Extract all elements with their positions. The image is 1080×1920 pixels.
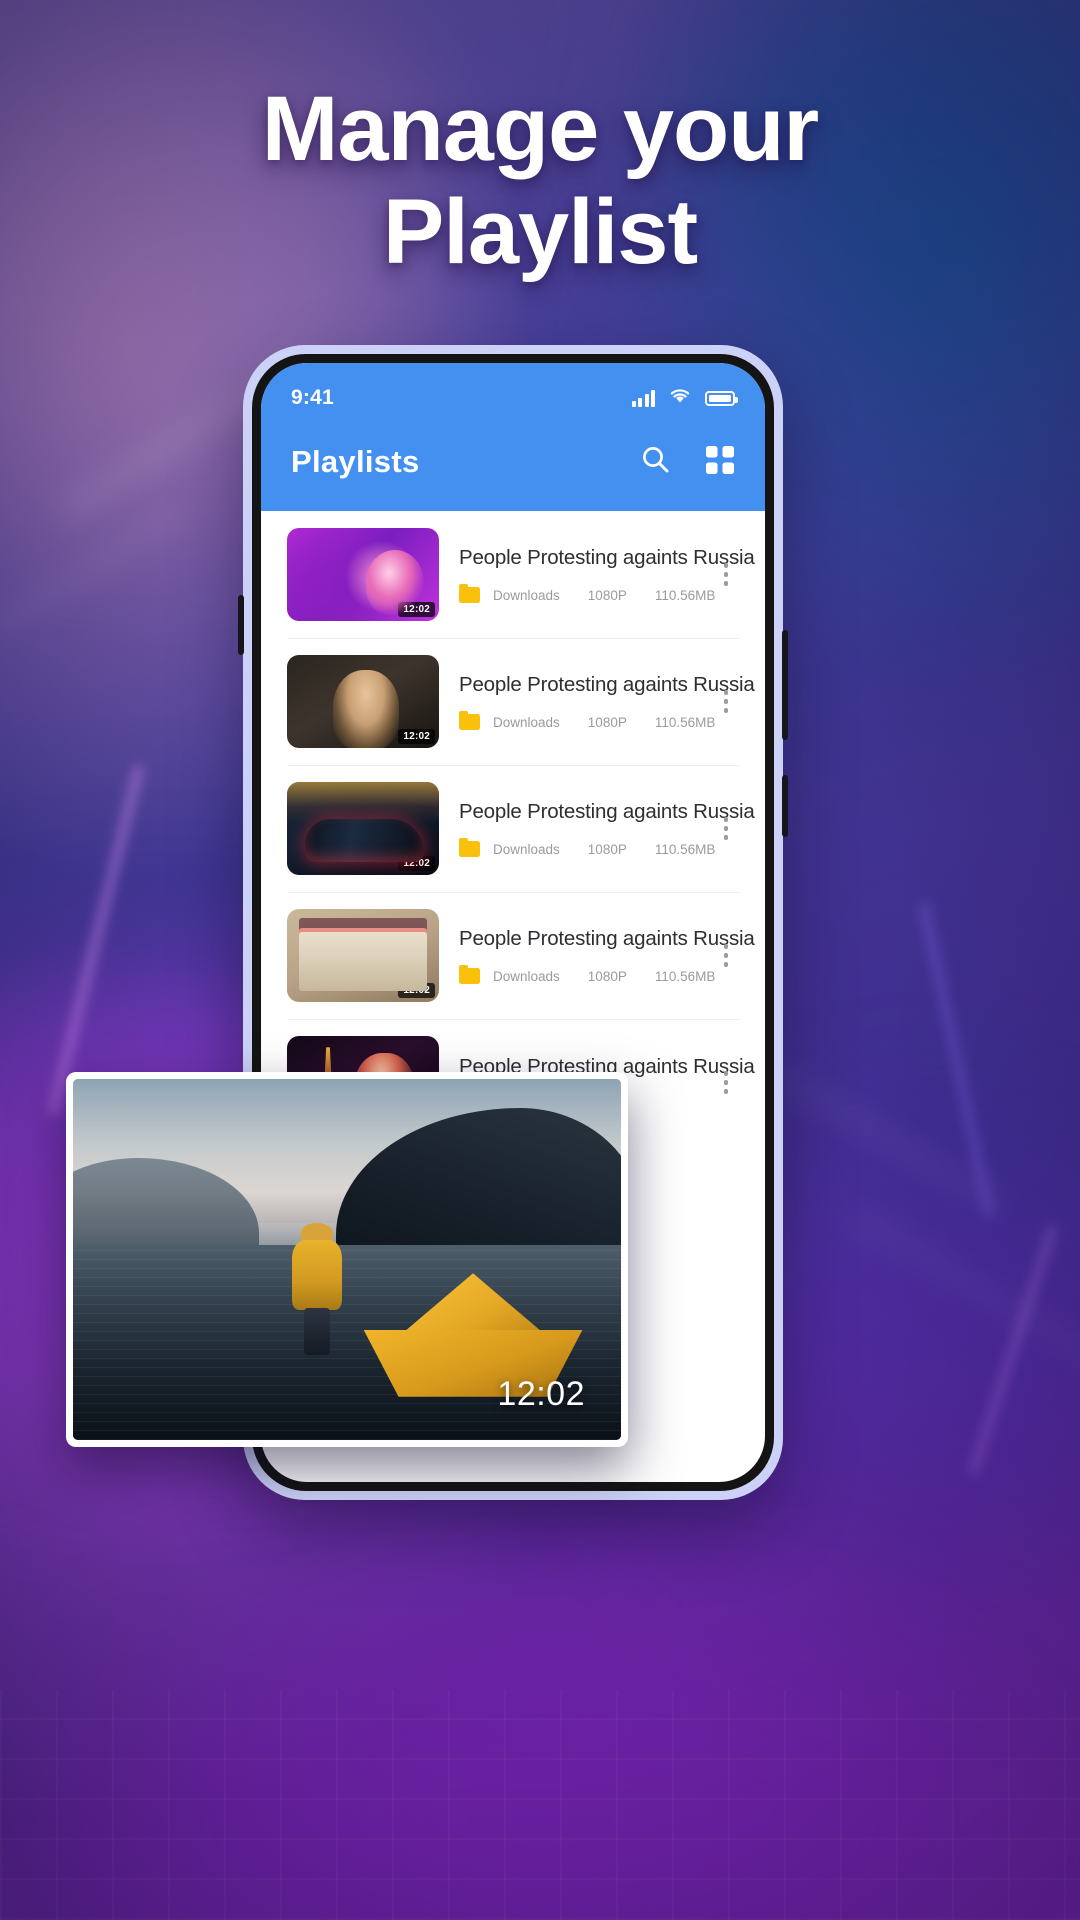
list-item-subtitle: Downloads 1080P 110.56MB	[459, 837, 715, 857]
status-bar-time: 9:41	[291, 386, 334, 409]
headline-line-2: Playlist	[382, 181, 698, 284]
list-item-subtitle: Downloads 1080P 110.56MB	[459, 710, 715, 730]
quality-label: 1080P	[587, 587, 627, 603]
folder-icon	[459, 710, 480, 730]
grid-view-icon[interactable]	[705, 445, 735, 480]
folder-icon	[459, 837, 480, 857]
list-item[interactable]: 12:02 People Protesting againts Russia D…	[261, 892, 765, 1019]
video-thumbnail[interactable]: 12:02	[287, 528, 439, 621]
filesize-label: 110.56MB	[654, 587, 716, 603]
app-bar-title: Playlists	[291, 444, 420, 479]
status-bar: 9:41	[261, 363, 765, 421]
list-item[interactable]: 12:02 People Protesting againts Russia D…	[261, 765, 765, 892]
app-bar-actions	[640, 444, 735, 480]
list-item-subtitle: Downloads 1080P 110.56MB	[459, 583, 715, 603]
list-item[interactable]: 12:02 People Protesting againts Russia D…	[261, 638, 765, 765]
phone-button-left	[238, 595, 244, 655]
duration-badge: 12:02	[398, 856, 435, 871]
list-item[interactable]: 12:02 People Protesting againts Russia D…	[261, 511, 765, 638]
folder-label: Downloads	[493, 968, 560, 984]
playlist-list: 12:02 People Protesting againts Russia D…	[261, 511, 765, 1146]
filesize-label: 110.56MB	[654, 968, 716, 984]
signal-bars-icon	[631, 389, 655, 407]
headline-line-1: Manage your	[261, 78, 819, 180]
duration-badge: 12:02	[398, 729, 435, 744]
phone-button-right-power	[782, 775, 788, 837]
preview-duration: 12:02	[497, 1375, 585, 1413]
list-item-title: People Protesting againts Russia	[459, 800, 755, 823]
status-bar-icons	[631, 387, 738, 409]
list-item-meta: People Protesting againts Russia Downloa…	[439, 546, 755, 603]
list-item-meta: People Protesting againts Russia Downloa…	[439, 673, 755, 730]
list-item-subtitle: Downloads 1080P 110.56MB	[459, 964, 715, 984]
quality-label: 1080P	[587, 841, 627, 857]
video-thumbnail[interactable]: 12:02	[287, 909, 439, 1002]
duration-badge: 12:02	[398, 602, 435, 617]
quality-label: 1080P	[587, 714, 627, 730]
list-item-title: People Protesting againts Russia	[459, 546, 755, 569]
phone-button-right-volume	[782, 630, 788, 740]
wifi-icon	[669, 387, 691, 409]
person-coat	[292, 1240, 342, 1311]
duration-badge: 12:02	[398, 983, 435, 998]
more-options-icon[interactable]	[709, 563, 743, 586]
preview-photo: 12:02	[73, 1079, 621, 1440]
app-bar: Playlists	[261, 421, 765, 511]
filesize-label: 110.56MB	[654, 714, 716, 730]
folder-icon	[459, 583, 480, 603]
page-title: Manage your Playlist	[0, 78, 1080, 284]
filesize-label: 110.56MB	[654, 841, 716, 857]
folder-label: Downloads	[493, 714, 560, 730]
list-item-meta: People Protesting againts Russia Downloa…	[439, 800, 755, 857]
list-item-title: People Protesting againts Russia	[459, 927, 755, 950]
search-icon[interactable]	[640, 444, 671, 480]
folder-label: Downloads	[493, 587, 560, 603]
video-thumbnail[interactable]: 12:02	[287, 782, 439, 875]
list-item-title: People Protesting againts Russia	[459, 673, 755, 696]
list-item-meta: People Protesting againts Russia Downloa…	[439, 927, 755, 984]
folder-icon	[459, 964, 480, 984]
more-options-icon[interactable]	[709, 690, 743, 713]
video-thumbnail[interactable]: 12:02	[287, 655, 439, 748]
battery-full-icon	[705, 390, 738, 406]
person-legs	[304, 1307, 330, 1355]
more-options-icon[interactable]	[709, 1071, 743, 1094]
photo-person	[292, 1223, 342, 1355]
video-preview-card[interactable]: 12:02	[66, 1072, 628, 1447]
more-options-icon[interactable]	[709, 944, 743, 967]
more-options-icon[interactable]	[709, 817, 743, 840]
quality-label: 1080P	[587, 968, 627, 984]
folder-label: Downloads	[493, 841, 560, 857]
